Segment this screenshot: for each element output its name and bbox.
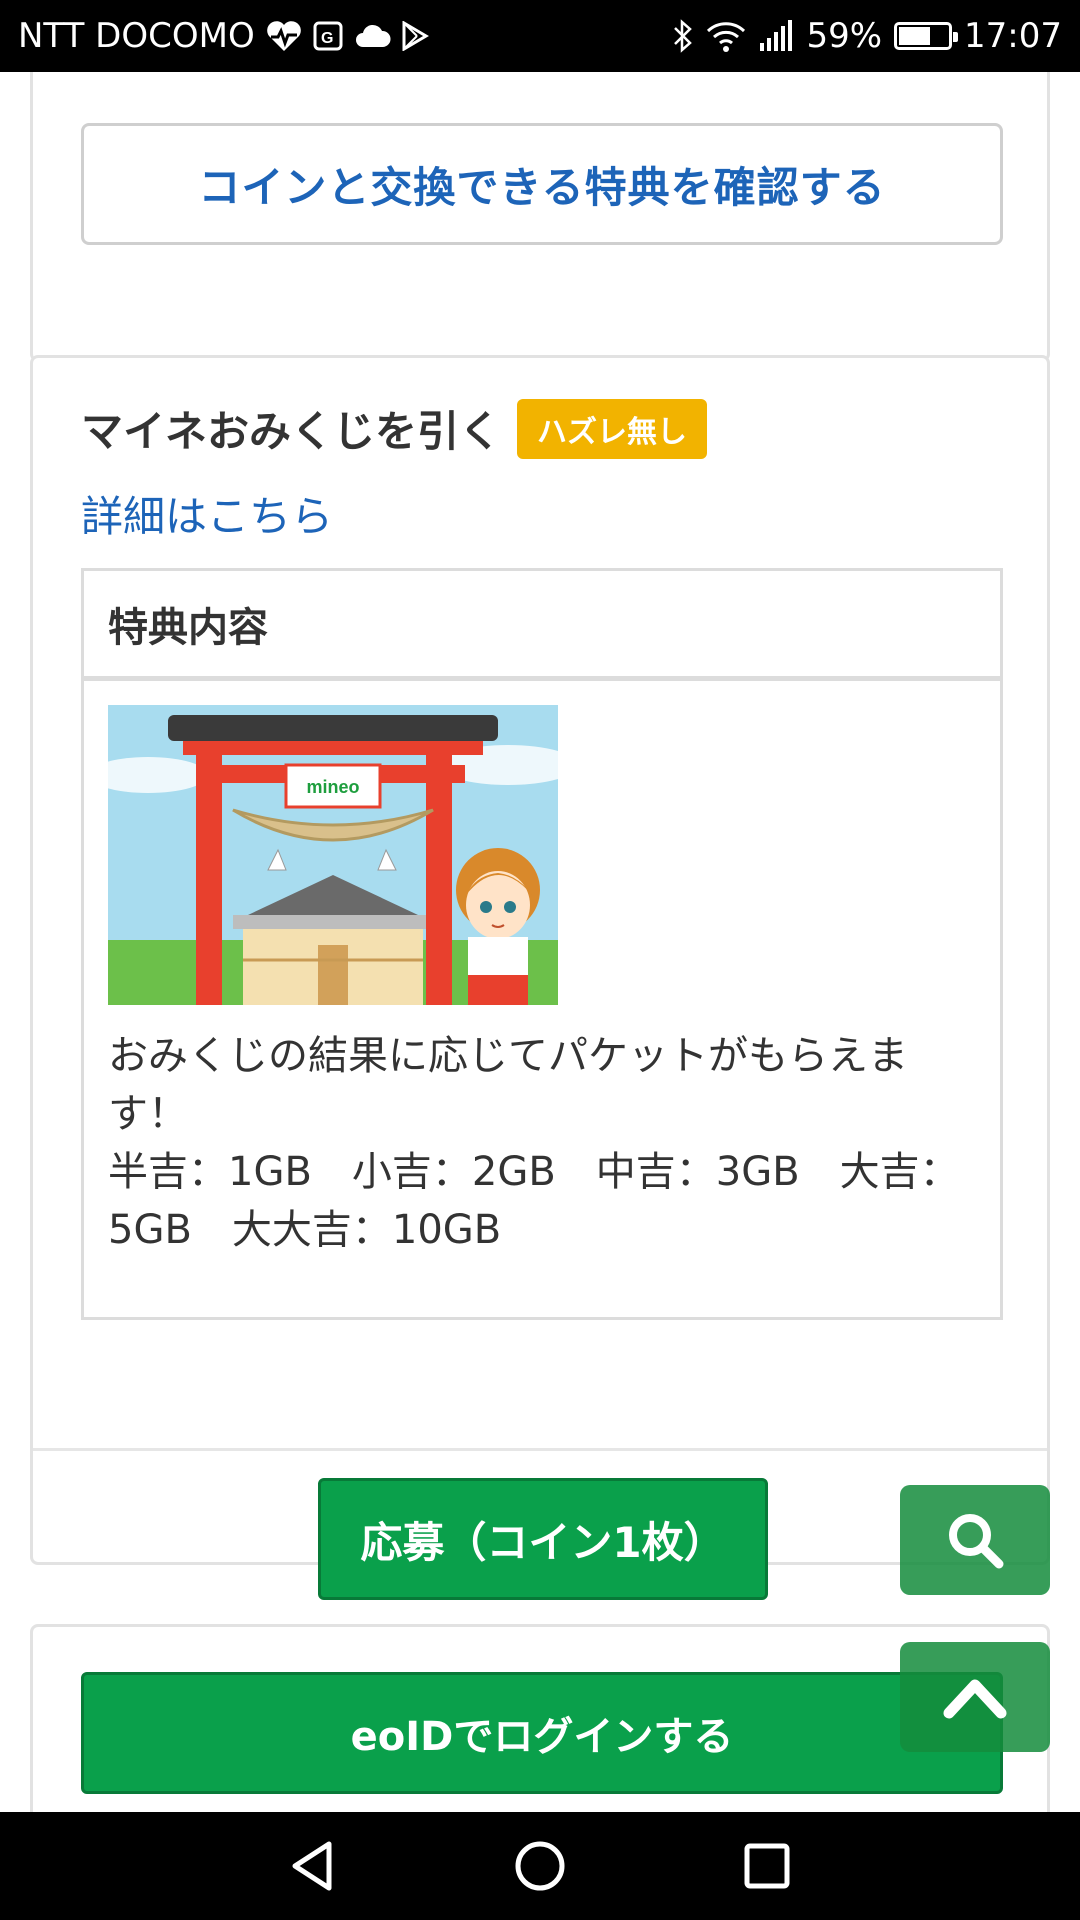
benefit-description: おみくじの結果に応じてパケットがもらえます！ 半吉：1GB 小吉：2GB 中吉：… [108,1027,976,1259]
health-icon [265,19,303,53]
scroll-top-button[interactable] [900,1642,1050,1752]
omikuji-image: mineo [108,705,558,1005]
back-icon [292,1841,332,1891]
login-button[interactable]: eoIDでログインする [81,1672,1003,1794]
chevron-up-icon [943,1679,1007,1719]
divider [33,1448,1047,1451]
benefit-box: 特典内容 mineo おみくじの結果に応じてパケットがもらえます！ 半吉：1GB… [81,568,1003,1320]
battery-icon [894,22,959,50]
omikuji-title-row: マイネおみくじを引く ハズレ無し [81,398,708,459]
no-miss-badge: ハズレ無し [517,398,708,459]
recents-icon [744,1843,790,1889]
recents-button[interactable] [722,1821,812,1911]
coin-card: コインと交換できる特典を確認する [30,72,1050,362]
omikuji-title: マイネおみくじを引く [81,407,502,456]
cloud-icon [355,23,391,49]
search-button[interactable] [900,1485,1050,1595]
benefit-header: 特典内容 [84,571,1000,681]
check-benefits-button[interactable]: コインと交換できる特典を確認する [81,123,1003,245]
home-button[interactable] [495,1821,585,1911]
mineo-logo-text: mineo [306,777,359,797]
home-icon [515,1841,565,1891]
map-icon: G [313,19,345,53]
back-button[interactable] [268,1821,358,1911]
svg-text:G: G [321,30,333,47]
navigation-bar [0,1812,1080,1920]
carrier-name: NTT DOCOMO [18,16,255,56]
battery-percent: 59% [806,16,883,56]
search-icon [949,1514,1004,1569]
detail-link[interactable]: 詳細はこちら [81,483,333,544]
clock: 17:07 [964,16,1062,56]
signal-icon [758,19,794,53]
benefit-body: mineo おみくじの結果に応じてパケットがもらえます！ 半吉：1GB 小吉：2… [84,681,1000,1283]
bluetooth-icon [672,19,694,53]
status-bar: NTT DOCOMO G 59% 17:07 [0,0,1080,72]
wifi-icon [706,19,746,53]
page-content[interactable]: コインと交換できる特典を確認する マイネおみくじを引く ハズレ無し 詳細はこちら… [0,72,1080,1812]
login-card: eoIDでログインする [30,1624,1050,1812]
play-store-icon [401,21,429,51]
omikuji-card: マイネおみくじを引く ハズレ無し 詳細はこちら 特典内容 mineo おみくじの… [30,355,1050,1600]
benefit-description-line2: 半吉：1GB 小吉：2GB 中吉：3GB 大吉：5GB 大大吉：10GB [108,1149,960,1253]
benefit-description-line1: おみくじの結果に応じてパケットがもらえます！ [108,1033,908,1137]
apply-button[interactable]: 応募（コイン1枚） [318,1478,768,1600]
